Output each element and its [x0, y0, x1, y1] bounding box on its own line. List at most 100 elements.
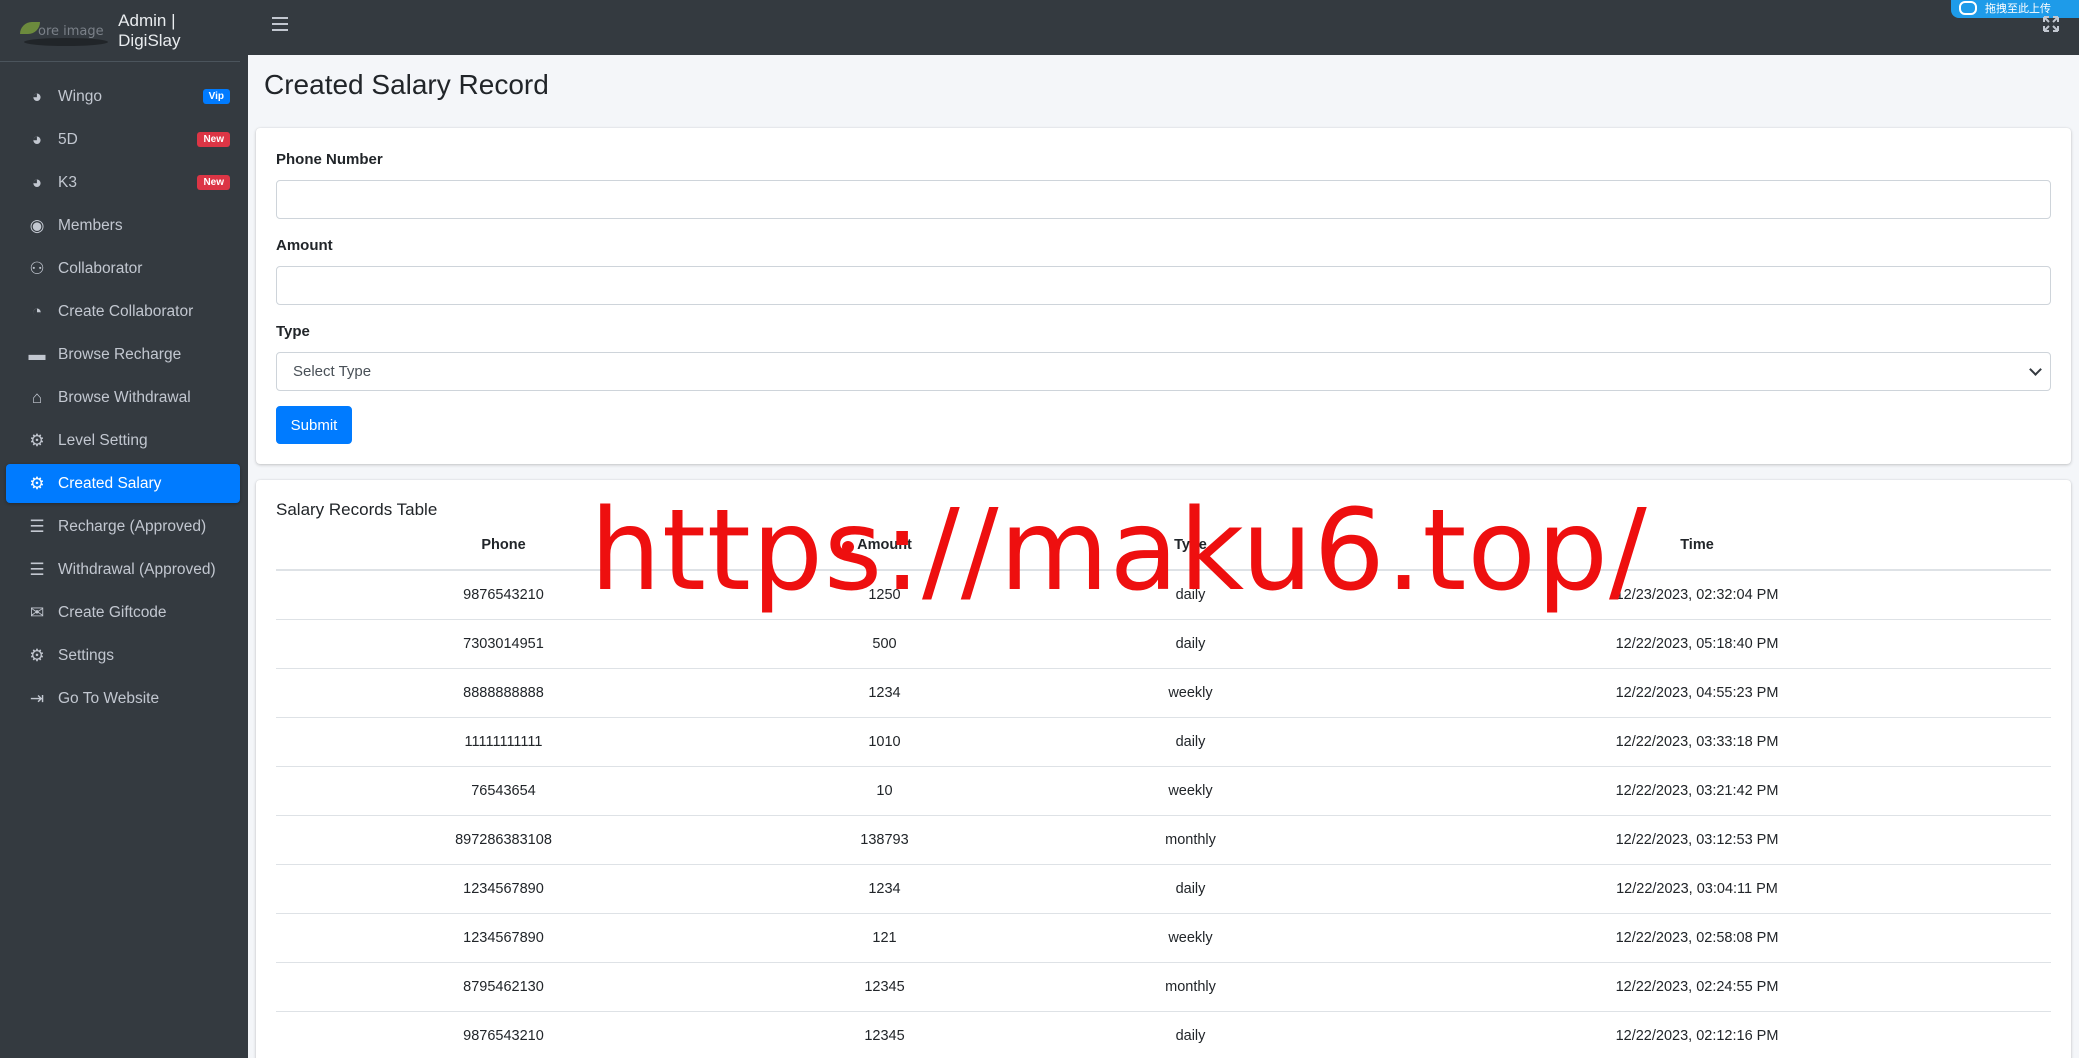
sidebar-item-label: K3 [58, 173, 77, 191]
sidebar-item-label: Settings [58, 646, 115, 664]
sidebar-item-label: Create Giftcode [58, 603, 167, 621]
table-row: 1234567890 121 weekly 12/22/2023, 02:58:08 … [276, 913, 2051, 963]
chevron-down-icon [2029, 362, 2042, 376]
table-cell: daily [1038, 717, 1343, 767]
phone-input[interactable] [276, 180, 2051, 219]
sidebar-item-label: Wingo [58, 87, 102, 105]
palette-icon: ◕ [31, 172, 43, 192]
sidebar-item-label: Members [58, 216, 123, 234]
table-cell: 12/22/2023, 05:18:40 PM [1343, 619, 2051, 669]
table-row: 76543654 10 weekly 12/22/2023, 03:21:42 PM [276, 766, 2051, 816]
brand[interactable]: ore image Admin | DigiSlay [0, 0, 240, 62]
type-select-value: Select Type [293, 363, 372, 380]
type-label: Type [276, 323, 310, 340]
table-cell: weekly [1038, 668, 1343, 718]
sidebar-item-5d[interactable]: ◕ 5D New [6, 120, 240, 159]
users-icon: ⚇ [29, 258, 45, 278]
column-header: Time [1343, 520, 2051, 571]
sidebar: ore image Admin | DigiSlay ◕ Wingo Vip ◕ 5D N… [0, 0, 248, 1058]
table-cell: daily [1038, 619, 1343, 669]
table-row: 897286383108 138793 monthly 12/22/2023, 03:… [276, 815, 2051, 865]
sidebar-item-withdrawal-approved[interactable]: ☰ Withdrawal (Approved) [6, 550, 240, 589]
table-cell: 500 [731, 619, 1038, 669]
sidebar-item-label: Level Setting [58, 431, 148, 449]
sidebar-item-label: Recharge (Approved) [58, 517, 207, 535]
table-header-row: Phone Amount Type Time [276, 520, 2051, 571]
page-title: Created Salary Record [264, 69, 549, 100]
salary-records-card: Salary Records Table Phone Amount Type Time… [256, 480, 2071, 1058]
sidebar-nav: ◕ Wingo Vip ◕ 5D New ◕ K3 New ◉ Members ⚇ Collaborat… [0, 62, 248, 718]
table-cell: 1234567890 [276, 913, 731, 963]
sidebar-item-create-collaborator[interactable]: ◔ Create Collaborator [6, 292, 240, 331]
cogs-icon: ⚙ [29, 430, 45, 450]
sidebar-item-level-setting[interactable]: ⚙ Level Setting [6, 421, 240, 460]
table-cell: 9876543210 [276, 1011, 731, 1058]
sidebar-item-create-giftcode[interactable]: ✉ Create Giftcode [6, 593, 240, 632]
upload-widget-icon [1959, 1, 1977, 15]
table-cell: 76543654 [276, 766, 731, 816]
topbar: 拖拽至此上传 [248, 0, 2079, 55]
table-row: 8888888888 1234 weekly 12/22/2023, 04:55:23… [276, 668, 2051, 718]
table-cell: 12/22/2023, 02:12:16 PM [1343, 1011, 2051, 1058]
sidebar-item-recharge-approved[interactable]: ☰ Recharge (Approved) [6, 507, 240, 546]
sidebar-item-collaborator[interactable]: ⚇ Collaborator [6, 249, 240, 288]
sidebar-badge: New [197, 175, 230, 190]
brand-logo: ore image [18, 14, 108, 48]
sidebar-item-k3[interactable]: ◕ K3 New [6, 163, 240, 202]
table-cell: 121 [731, 913, 1038, 963]
sidebar-item-label: Collaborator [58, 259, 143, 277]
upload-widget[interactable]: 拖拽至此上传 [1951, 0, 2079, 18]
sidebar-item-created-salary[interactable]: ⚙ Created Salary [6, 464, 240, 503]
sidebar-item-wingo[interactable]: ◕ Wingo Vip [6, 77, 240, 116]
sidebar-item-go-to-website[interactable]: ⇥ Go To Website [6, 679, 240, 718]
table-cell: 12345 [731, 1011, 1038, 1058]
watermark-dot [842, 541, 854, 553]
user-circle-icon: ◉ [29, 215, 45, 235]
table-title: Salary Records Table [276, 500, 438, 519]
amount-input[interactable] [276, 266, 2051, 305]
sidebar-item-members[interactable]: ◉ Members [6, 206, 240, 245]
palette-icon: ◕ [31, 129, 43, 149]
table-cell: monthly [1038, 815, 1343, 865]
sidebar-item-browse-withdrawal[interactable]: ⌂ Browse Withdrawal [6, 378, 240, 417]
table-cell: 12/22/2023, 03:04:11 PM [1343, 864, 2051, 914]
table-cell: daily [1038, 864, 1343, 914]
table-cell: 9876543210 [276, 570, 731, 620]
sidebar-badge: Vip [202, 89, 230, 104]
sidebar-item-label: Browse Withdrawal [58, 388, 191, 406]
table-cell: weekly [1038, 766, 1343, 816]
palette-icon: ◕ [31, 86, 43, 106]
sidebar-item-label: Browse Recharge [58, 345, 182, 363]
table-cell: 11111111111 [276, 717, 731, 767]
table-cell: 1234 [731, 864, 1038, 914]
main-content: Created Salary Record Phone Number Amoun… [248, 55, 2079, 1058]
table-row: 8795462130 12345 monthly 12/22/2023, 02:24:… [276, 962, 2051, 1012]
list-icon: ☰ [29, 559, 45, 579]
column-header: Type [1038, 520, 1343, 571]
table-cell: daily [1038, 570, 1343, 620]
type-select[interactable]: Select Type [276, 352, 2051, 391]
table-cell: 12/22/2023, 02:24:55 PM [1343, 962, 2051, 1012]
salary-form-card: Phone Number Amount Type Select Type Sub… [256, 128, 2071, 464]
table-cell: daily [1038, 1011, 1343, 1058]
fullscreen-icon[interactable] [2043, 16, 2059, 32]
column-header: Amount [731, 520, 1038, 571]
sidebar-item-settings[interactable]: ⚙ Settings [6, 636, 240, 675]
salary-records-table: Phone Amount Type Time 9876543210 1250 daily 1… [276, 520, 2051, 1058]
table-cell: 897286383108 [276, 815, 731, 865]
submit-button[interactable]: Submit [276, 406, 352, 444]
table-cell: weekly [1038, 913, 1343, 963]
sidebar-item-label: 5D [58, 130, 78, 148]
upload-widget-text: 拖拽至此上传 [1985, 2, 2051, 15]
hamburger-menu-icon[interactable] [272, 17, 288, 31]
table-cell: 12345 [731, 962, 1038, 1012]
table-row: 1234567890 1234 daily 12/22/2023, 03:04:11 … [276, 864, 2051, 914]
sidebar-item-browse-recharge[interactable]: ▬ Browse Recharge [6, 335, 240, 374]
table-cell: 1010 [731, 717, 1038, 767]
column-header: Phone [276, 520, 731, 571]
sidebar-badge: New [197, 132, 230, 147]
table-row: 11111111111 1010 daily 12/22/2023, 03:33:18… [276, 717, 2051, 767]
table-cell: 7303014951 [276, 619, 731, 669]
cogs-icon: ⚙ [29, 473, 45, 493]
table-cell: 1234 [731, 668, 1038, 718]
